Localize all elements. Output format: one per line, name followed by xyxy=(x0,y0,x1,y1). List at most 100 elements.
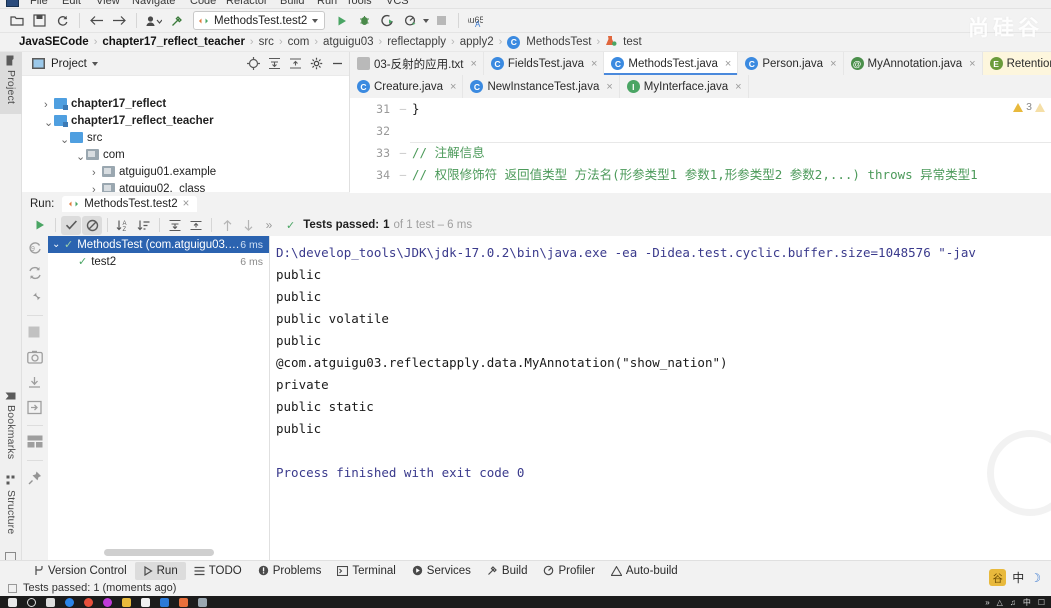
breadcrumb-item-6[interactable]: apply2 xyxy=(457,36,497,48)
tab-retentionpolicy-java[interactable]: E RetentionPolicy.java xyxy=(982,52,1051,75)
bottom-item-services[interactable]: Services xyxy=(404,562,479,580)
sort-duration-icon[interactable] xyxy=(134,216,154,235)
rerun-icon[interactable] xyxy=(30,216,50,235)
chevron-right-icon[interactable]: › xyxy=(92,167,102,179)
tree-item-chapter17-reflect-teacher[interactable]: ⌄ chapter17_reflect_teacher xyxy=(22,112,349,129)
project-tree[interactable]: › chapter17_reflect ⌄ chapter17_reflect_… xyxy=(22,76,349,192)
close-icon[interactable]: × xyxy=(470,58,476,70)
tab-03-reflect-txt[interactable]: 03-反射的应用.txt × xyxy=(350,52,484,75)
next-failed-icon[interactable] xyxy=(238,216,258,235)
chevron-down-icon[interactable]: ⌄ xyxy=(44,116,54,129)
run-icon[interactable] xyxy=(331,11,352,31)
ime-badge-icon[interactable]: 谷 xyxy=(989,569,1007,586)
bottom-item-version-control[interactable]: Version Control xyxy=(26,562,135,580)
stop-icon[interactable] xyxy=(431,11,452,31)
bottom-item-todo[interactable]: TODO xyxy=(186,562,250,580)
browser-icon[interactable] xyxy=(103,597,112,607)
settings-wrench-icon[interactable] xyxy=(27,290,43,306)
menu-item-tools[interactable]: Tools xyxy=(346,0,372,7)
gear-icon[interactable] xyxy=(308,56,324,72)
tree-item-atguigu01-example[interactable]: › atguigu01.example xyxy=(22,163,349,180)
tray-expand-icon[interactable]: » xyxy=(985,598,989,607)
tree-item-atguigu02-class[interactable]: › atguigu02._class xyxy=(22,180,349,192)
breadcrumb-item-7[interactable]: MethodsTest xyxy=(523,36,594,48)
bottom-item-profiler[interactable]: Profiler xyxy=(535,562,602,580)
bottom-item-terminal[interactable]: Terminal xyxy=(329,562,403,580)
show-passed-icon[interactable] xyxy=(61,215,81,235)
profile-run-icon[interactable] xyxy=(400,11,421,31)
tree-item-com[interactable]: ⌄ com xyxy=(22,146,349,163)
chrome-icon[interactable] xyxy=(84,597,93,607)
translate-icon[interactable]: \u6587A xyxy=(465,11,486,31)
profile-icon[interactable] xyxy=(143,11,164,31)
close-icon[interactable]: × xyxy=(969,58,975,70)
sidebar-item-project[interactable]: Project xyxy=(0,52,22,114)
menu-item-vcs[interactable]: VCS xyxy=(386,0,409,7)
tab-creature-java[interactable]: C Creature.java × xyxy=(350,75,464,98)
menu-item-refactor[interactable]: Refactor xyxy=(226,0,268,7)
idea-taskbar-icon[interactable] xyxy=(141,597,150,607)
tab-methodstest-java[interactable]: C MethodsTest.java × xyxy=(604,52,739,75)
fold-marker-icon[interactable]: ─ xyxy=(396,98,410,120)
menu-bar[interactable]: File Edit View Navigate Code Refactor Bu… xyxy=(0,0,1051,9)
layout-icon[interactable] xyxy=(27,435,43,451)
fold-marker-icon[interactable]: ─ xyxy=(396,164,410,186)
test-tree-row-methodstest[interactable]: ⌄ ✓ MethodsTest (com.atguigu03.refl 6 ms xyxy=(48,236,269,253)
pin-icon[interactable] xyxy=(27,470,43,486)
bottom-item-run[interactable]: Run xyxy=(134,561,186,580)
sidebar-item-structure[interactable]: Structure xyxy=(0,472,22,544)
tray-volume-icon[interactable]: ♫ xyxy=(1010,598,1016,607)
task-view-icon[interactable] xyxy=(46,597,55,607)
sidebar-item-bookmarks[interactable]: Bookmarks xyxy=(0,387,22,463)
bottom-item-auto-build[interactable]: Auto-build xyxy=(603,562,686,580)
more-icon[interactable]: » xyxy=(259,216,279,235)
sort-alpha-icon[interactable]: AZ xyxy=(113,216,133,235)
debug-icon[interactable] xyxy=(354,11,375,31)
collapse-all-icon[interactable] xyxy=(287,56,303,72)
menu-item-run[interactable]: Run xyxy=(317,0,337,7)
rerun-auto-icon[interactable] xyxy=(27,265,43,281)
folder-icon[interactable] xyxy=(198,597,207,607)
horizontal-scrollbar[interactable] xyxy=(104,549,214,556)
tray-ime-icon[interactable]: 中 xyxy=(1023,597,1031,608)
chevron-down-icon[interactable]: ⌄ xyxy=(76,150,86,163)
code-folding-gutter[interactable]: ─ ─ ─ xyxy=(396,98,410,193)
expand-all-icon[interactable] xyxy=(165,216,185,235)
tree-item-chapter17-reflect[interactable]: › chapter17_reflect xyxy=(22,95,349,112)
breadcrumb-item-4[interactable]: atguigu03 xyxy=(320,36,377,48)
tray-network-icon[interactable]: △ xyxy=(997,598,1003,607)
console-output[interactable]: D:\develop_tools\JDK\jdk-17.0.2\bin\java… xyxy=(270,236,1051,560)
breadcrumb-item-1[interactable]: chapter17_reflect_teacher xyxy=(99,36,248,48)
start-icon[interactable] xyxy=(8,597,17,607)
hide-ignored-icon[interactable] xyxy=(82,215,102,235)
back-arrow-icon[interactable] xyxy=(86,11,107,31)
inspection-widget[interactable]: 3 xyxy=(1013,101,1045,113)
bottom-item-problems[interactable]: Problems xyxy=(250,562,330,580)
code-content[interactable]: } // 注解信息 // 权限修饰符 返回值类型 方法名(形参类型1 参数1,形… xyxy=(412,98,1051,193)
explorer-icon[interactable] xyxy=(122,597,131,607)
dump-threads-icon[interactable] xyxy=(27,375,43,391)
tree-item-src[interactable]: ⌄ src xyxy=(22,129,349,146)
breadcrumb-item-2[interactable]: src xyxy=(256,36,277,48)
collapse-all-icon[interactable] xyxy=(186,216,206,235)
system-tray[interactable]: » △ ♫ 中 ☐ xyxy=(985,596,1045,608)
close-icon[interactable]: × xyxy=(735,81,741,93)
test-tree-row-test2[interactable]: ✓ test2 6 ms xyxy=(48,253,269,270)
close-icon[interactable]: × xyxy=(183,198,190,210)
menu-item-code[interactable]: Code xyxy=(190,0,216,7)
chevron-down-icon[interactable] xyxy=(91,61,98,66)
locate-icon[interactable] xyxy=(245,56,261,72)
edge-icon[interactable] xyxy=(65,597,74,607)
moon-icon[interactable]: ☽ xyxy=(1030,571,1041,585)
minimize-icon[interactable] xyxy=(329,56,345,72)
stop-icon[interactable] xyxy=(27,325,43,341)
office-icon[interactable] xyxy=(179,597,188,607)
menu-item-file[interactable]: File xyxy=(30,0,48,7)
menu-item-build[interactable]: Build xyxy=(280,0,304,7)
expand-all-icon[interactable] xyxy=(266,56,282,72)
ime-indicator[interactable]: 谷 中 ☽ xyxy=(989,569,1041,586)
powerpoint-icon[interactable] xyxy=(160,597,169,607)
search-icon[interactable] xyxy=(27,597,36,607)
chevron-right-icon[interactable]: › xyxy=(92,184,102,193)
tab-fieldstest-java[interactable]: C FieldsTest.java × xyxy=(484,52,605,75)
